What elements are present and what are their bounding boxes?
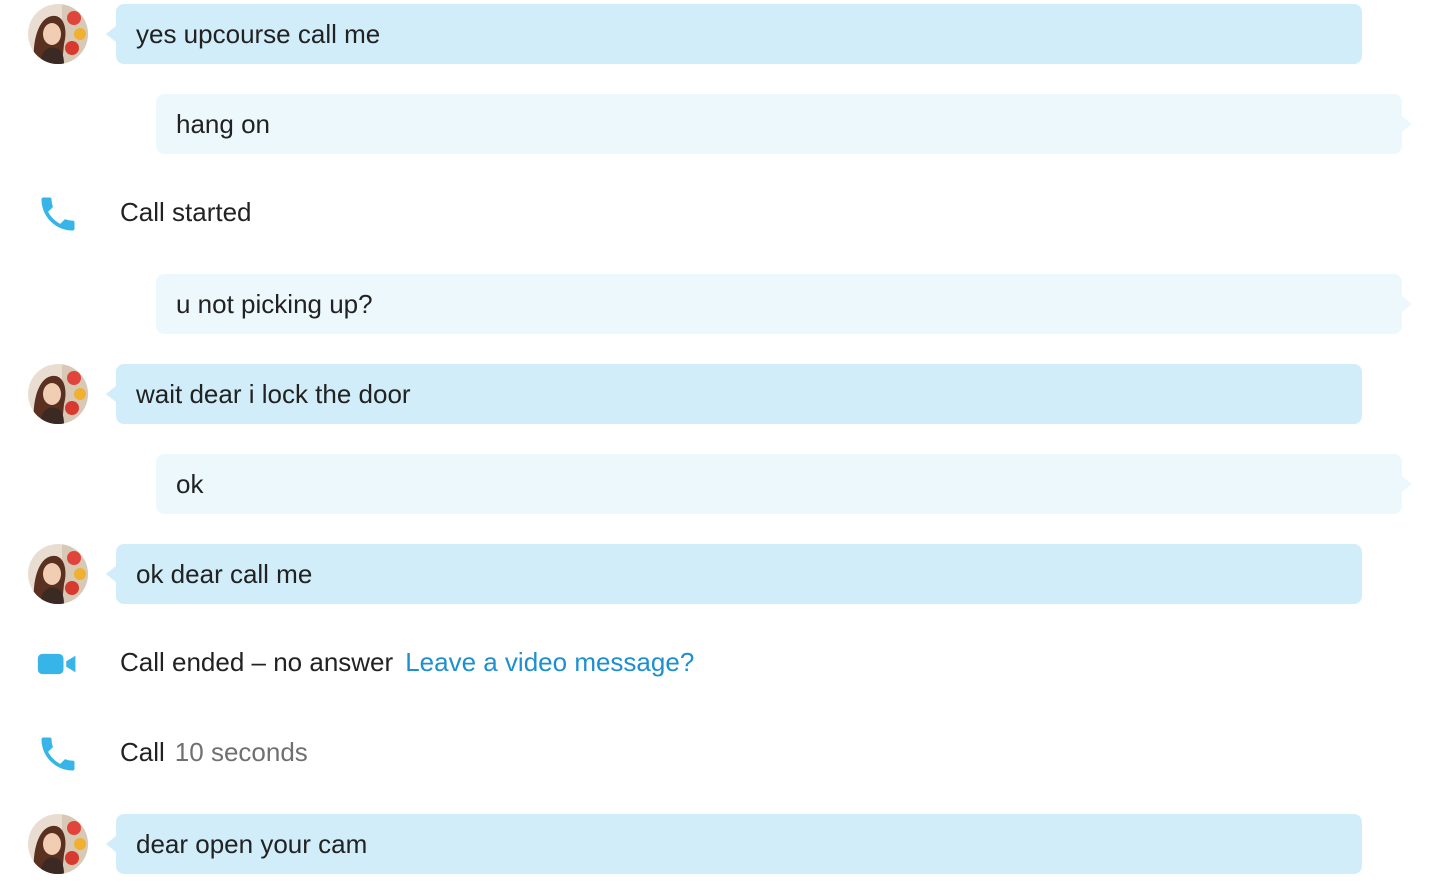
call-event-row: Call 10 seconds: [0, 722, 1438, 782]
call-event-row: Call started: [0, 182, 1438, 242]
message-bubble[interactable]: ok dear call me: [106, 544, 1362, 604]
message-bubble[interactable]: wait dear i lock the door: [106, 364, 1362, 424]
call-event-text: Call 10 seconds: [120, 722, 308, 782]
contact-avatar[interactable]: [28, 364, 88, 424]
message-row-incoming: yes upcourse call me: [0, 4, 1438, 64]
message-row-incoming: dear open your cam: [0, 814, 1438, 874]
message-row-incoming: wait dear i lock the door: [0, 364, 1438, 424]
call-event-text: Call ended – no answer Leave a video mess…: [120, 632, 694, 692]
message-bubble[interactable]: hang on: [156, 94, 1412, 154]
call-event-text: Call started: [120, 182, 252, 242]
message-bubble[interactable]: dear open your cam: [106, 814, 1362, 874]
call-status-label: Call started: [120, 197, 252, 227]
message-row-outgoing: ok: [0, 454, 1438, 514]
phone-icon: [41, 737, 75, 771]
call-event-row: Call ended – no answer Leave a video mess…: [0, 632, 1438, 692]
message-row-incoming: ok dear call me: [0, 544, 1438, 604]
message-bubble[interactable]: ok: [156, 454, 1412, 514]
message-bubble[interactable]: u not picking up?: [156, 274, 1412, 334]
call-duration: 10 seconds: [174, 737, 308, 767]
contact-avatar[interactable]: [28, 4, 88, 64]
call-status-label: Call ended – no answer: [120, 647, 394, 677]
contact-avatar[interactable]: [28, 814, 88, 874]
message-row-outgoing: u not picking up?: [0, 274, 1438, 334]
message-bubble[interactable]: yes upcourse call me: [106, 4, 1362, 64]
call-status-label: Call: [120, 737, 165, 767]
message-row-outgoing: hang on: [0, 94, 1438, 154]
contact-avatar[interactable]: [28, 544, 88, 604]
video-camera-icon: [37, 653, 76, 675]
leave-video-message-link[interactable]: Leave a video message?: [405, 647, 694, 677]
phone-icon: [41, 197, 75, 231]
